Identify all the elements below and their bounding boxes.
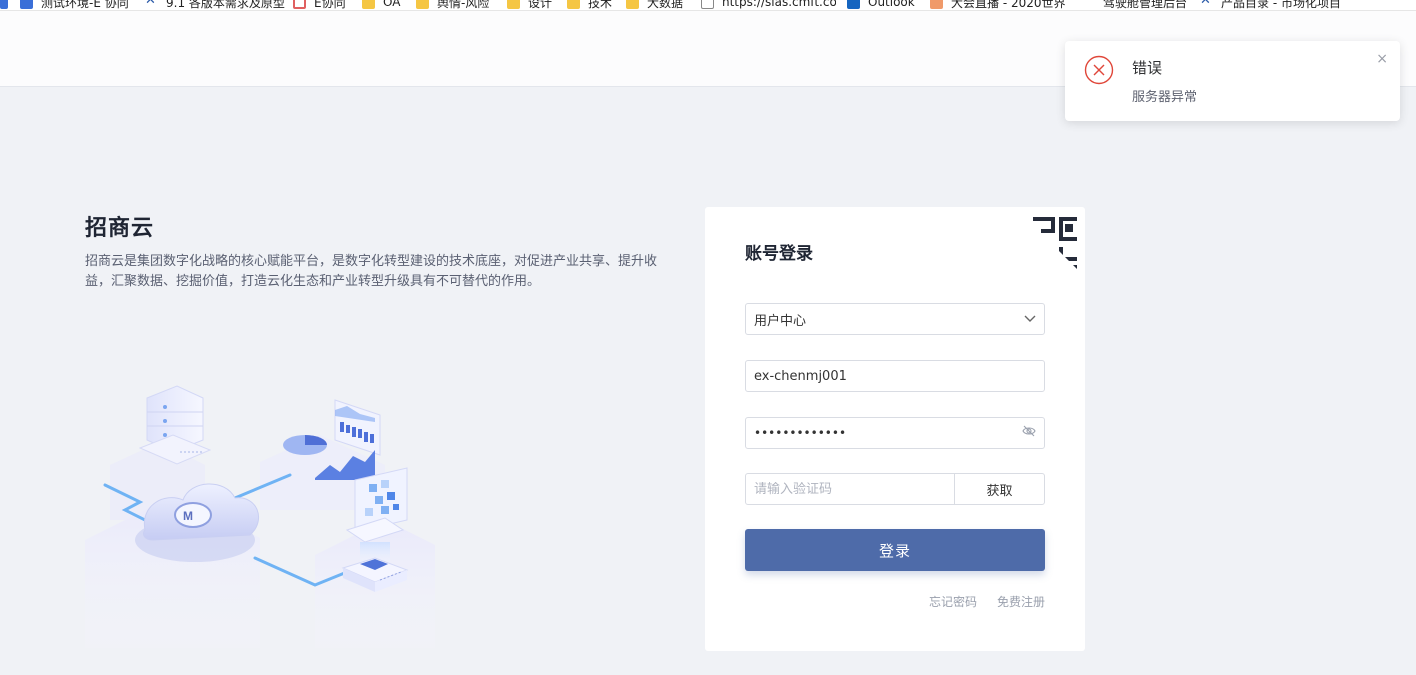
verification-code-field[interactable] <box>745 473 955 505</box>
bookmark-item[interactable]: https://slas.cmft.com <box>701 0 836 10</box>
system-select-value: 用户中心 <box>754 313 807 329</box>
check-shield-icon <box>20 0 33 9</box>
tool-icon <box>145 0 158 9</box>
get-code-button[interactable]: 获取 <box>954 473 1045 505</box>
svg-text:M: M <box>183 509 193 523</box>
notification-message: 服务器异常 <box>1132 90 1198 105</box>
folder-icon <box>567 0 580 9</box>
username-field[interactable] <box>745 360 1045 392</box>
folder-icon <box>416 0 429 9</box>
cloud-network-illustration-icon: M <box>85 385 435 648</box>
bookmark-item[interactable]: 设计 <box>507 0 552 10</box>
system-select[interactable]: 用户中心 <box>745 303 1045 335</box>
password-input[interactable]: ••••••••••••• <box>754 426 846 440</box>
bookmark-item[interactable]: 9.1 各版本需求及原型 <box>145 0 285 10</box>
tool-icon <box>1200 0 1213 9</box>
folder-icon <box>507 0 520 9</box>
username-input[interactable] <box>754 368 1036 384</box>
check-shield-icon <box>0 0 8 9</box>
qr-code-icon[interactable] <box>1023 215 1077 269</box>
hero-description: 招商云是集团数字化战略的核心赋能平台，是数字化转型建设的技术底座，对促进产业共享… <box>85 254 658 289</box>
cloud-illustration: M <box>85 380 435 648</box>
error-circle-icon <box>1084 55 1114 85</box>
login-card: 账号登录 用户中心 ex-chenmj001 ••••••••••••• 请输入… <box>705 207 1085 651</box>
page-icon <box>701 0 714 9</box>
password-field[interactable]: ••••••••••••• <box>745 417 1045 449</box>
outlook-icon <box>847 0 860 9</box>
bookmark-item[interactable]: Outlook <box>847 0 915 10</box>
live-icon <box>930 0 943 9</box>
register-link[interactable]: 免费注册 <box>997 593 1045 610</box>
notification-title: 错误 <box>1132 59 1163 77</box>
verification-code-input[interactable] <box>754 481 946 497</box>
hero-title: 招商云 <box>85 216 155 241</box>
error-notification: 错误 服务器异常 × <box>1065 41 1400 121</box>
bookmark-item[interactable]: 技术 <box>567 0 612 10</box>
forgot-password-link[interactable]: 忘记密码 <box>929 593 977 610</box>
bookmark-item[interactable]: 驾驶舱管理后台 <box>1103 0 1187 10</box>
folder-icon <box>626 0 639 9</box>
chevron-down-icon <box>1024 312 1036 327</box>
bookmark-item[interactable]: 产品目录 - 市场化项目 <box>1200 0 1340 10</box>
auxiliary-links: 忘记密码 免费注册 <box>929 593 1045 610</box>
bookmark-item[interactable]: OA <box>362 0 400 10</box>
bookmark-item[interactable]: E协同 <box>293 0 346 10</box>
bookmark-item[interactable]: 舆情-风险 <box>416 0 489 10</box>
eye-hidden-icon[interactable] <box>1022 425 1036 441</box>
bookmark-item[interactable]: 大会直播 - 2020世界 <box>930 0 1070 10</box>
close-icon[interactable]: × <box>1376 51 1388 67</box>
bookmark-item[interactable]: 大数据 <box>626 0 683 10</box>
bookmark-item[interactable] <box>0 0 18 10</box>
folder-icon <box>362 0 375 9</box>
bookmarks-bar: 测试环境-E 协同 9.1 各版本需求及原型 E协同 OA 舆情-风险 设计 技… <box>0 0 1416 11</box>
e-icon <box>293 0 306 9</box>
login-button[interactable]: 登录 <box>745 529 1045 571</box>
bookmark-item[interactable]: 测试环境-E 协同 <box>20 0 129 10</box>
login-title: 账号登录 <box>745 244 813 264</box>
